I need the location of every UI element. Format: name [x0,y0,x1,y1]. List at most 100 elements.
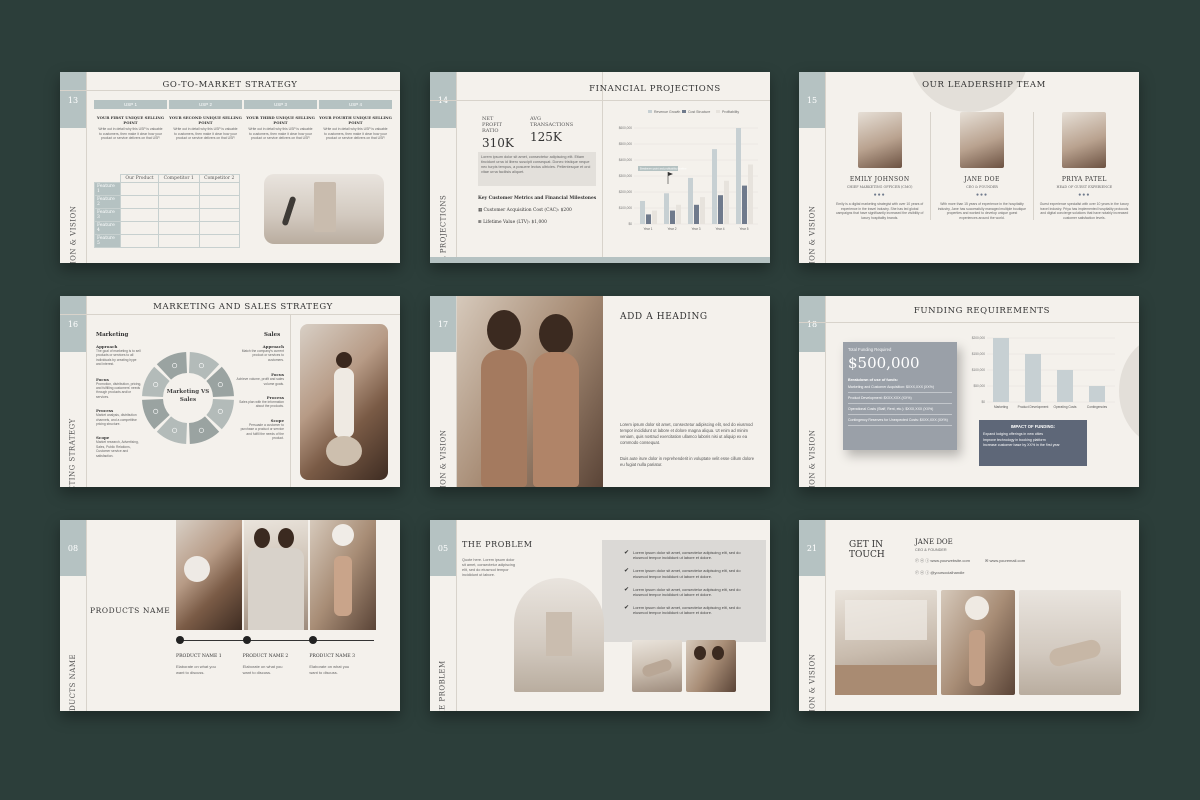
slide-go-to-market[interactable]: 13 MISION & VISION GO-TO-MARKET STRATEGY… [60,72,400,263]
strategy-desc: Persuade a customer to purchase a produc… [240,422,284,441]
table-row: Feature 4 [94,221,240,235]
table-cell [158,195,200,209]
mail-icon: ✉ [985,558,989,563]
slide-add-heading[interactable]: 17 MISION & VISION ADD A HEADING Lorem i… [430,296,770,487]
table-cell [119,234,160,248]
models-small-photo [686,640,736,692]
check-item: ✔ Lorem ipsum dolor sit amet, consectetur… [624,550,754,560]
metric-avg-transactions: Avg Transactions 125K [530,116,574,144]
slide-funding-requirements[interactable]: 18 MISION & VISION FUNDING REQUIREMENTS … [799,296,1139,487]
usp-desc: Write out in detail why this USP is valu… [173,127,238,141]
slide-marketing-sales[interactable]: 16 MARKETING STRATEGY MARKETING AND SALE… [60,296,400,487]
legend-swatch [716,110,720,113]
table-cell [158,182,200,196]
side-label: MISION & VISION [808,205,817,263]
strategy-desc: Sales plan with the information about th… [239,400,284,409]
side-label: MISION & VISION [808,653,817,711]
side-label: FINANCIAL PROJECTIONS [439,194,447,263]
funding-line: Marketing and Customer Acquisition: $XXX… [848,382,952,393]
cac-row: ▦ Customer Acquisition Cost (CAC): $200 [478,208,572,213]
legend-label: Revenue Growth [654,110,680,114]
table-cell [198,221,240,235]
impact-item: Increase customer base by XX% in the fir… [983,443,1060,447]
side-label: PRODUCTS NAME [69,653,78,711]
product-list: Product Name 1 Elaborate on what you want… [176,636,376,675]
check-text: Lorem ipsum dolor sit amet, consectetur … [633,550,741,561]
table-col-header: Competitor 1 [158,174,200,183]
slide-get-in-touch[interactable]: 21 MISION & VISION GET IN TOUCH JANE DOE … [799,520,1139,711]
social-icons-2[interactable]: ⓕ ⓞ ⓘ [915,570,930,575]
flag-icon [668,172,673,176]
product-desc: Elaborate on what you want to discuss. [309,664,350,675]
chart-bar [1025,354,1041,402]
y-tick-label: $50,000 [973,384,985,388]
timeline-dot [176,636,184,644]
social-icons[interactable]: ⓕ ⓞ ⓘ [915,558,930,563]
team-grid: EMILY JOHNSON Chief Marketing Officer (CM… [829,112,1135,221]
y-tick-label: $100,000 [619,206,633,210]
team-member: JANE DOE CEO & Founder ●●● With more than 1… [931,112,1034,221]
chart-bar [712,149,717,224]
strategy-item: Process Market analysis, distribution cha… [96,408,142,426]
strategy-desc: Achieve volume, profit and sales volume … [236,377,284,386]
side-label: MISION & VISION [69,205,78,263]
check-text: Lorem ipsum dolor sit amet, consectetur … [633,568,741,579]
table-cell [198,195,240,209]
marker-label: Breakeven point and profitability timeli… [640,166,687,170]
slide-the-problem[interactable]: 05 THE PROBLEM THE PROBLEM Quote here. L… [430,520,770,711]
funding-card: Total Funding Required $500,000 Breakdow… [843,342,957,450]
website-row[interactable]: ⓕ ⓞ ⓘ www.yourwebsite.com [915,558,970,564]
usp-header: USP 2 [169,100,242,109]
y-tick-label: $300,000 [619,174,633,178]
ltv-row: ⊞ Lifetime Value (LTV): $1,000 [478,220,547,225]
table-cell [198,208,240,222]
table-col-header: Our Product [119,174,160,183]
email-row[interactable]: ✉ www.youremail.com [985,558,1025,563]
check-item: ✔ Lorem ipsum dolor sit amet, consectetur… [624,568,754,578]
summary-box: Lorem ipsum dolor sit amet, consectetur … [478,152,596,186]
social-icons[interactable]: ●●● [835,192,924,198]
slide-leadership-team[interactable]: 15 MISION & VISION OUR LEADERSHIP TEAM E… [799,72,1139,263]
feature-label: Feature 1 [94,182,121,196]
product-desc: Elaborate on what you want to discuss. [176,664,216,675]
product-photo-1 [176,520,242,630]
team-member: PRIYA PATEL Head of Guest Experience ●●● Gu… [1034,112,1135,220]
social-icons[interactable]: ●●● [937,192,1026,198]
y-tick-label: $500,000 [619,142,633,146]
decor-circle [1119,336,1139,446]
chart-bar [688,177,693,224]
chart-bar [718,195,723,224]
sales-head: Sales [264,332,281,338]
metric-net-profit: Net Profit Ratio 310K [482,116,514,150]
y-tick-label: $100,000 [972,368,986,372]
slide-products[interactable]: 08 PRODUCTS NAME PRODUCTS NAME Product N… [60,520,400,711]
y-tick-label: $400,000 [619,158,633,162]
model-photo [300,324,388,480]
body-text-1: Lorem ipsum dolor sit amet, consectetur … [620,422,753,445]
sales-column: Approach Match the company's current prod… [236,344,284,449]
member-name: EMILY JOHNSON [849,176,910,183]
social-row[interactable]: ⓕ ⓞ ⓘ @yoursocialhandle [915,570,964,576]
table-cell [119,195,160,209]
member-role: CEO & Founder [966,185,998,189]
y-tick-label: $150,000 [972,352,986,356]
chart-bar [646,214,651,224]
social-icons[interactable]: ●●● [1040,192,1129,198]
team-member: EMILY JOHNSON Chief Marketing Officer (CM… [829,112,932,221]
models-photo [457,296,603,487]
checkmark-icon: ✔ [624,550,630,556]
ball-photo [941,590,1015,695]
slide-financial-projections[interactable]: 14 FINANCIAL PROJECTIONS FINANCIAL PROJE… [430,72,770,263]
slide-number: 08 [60,520,86,576]
check-text: Lorem ipsum dolor sit amet, consectetur … [633,605,741,616]
product-photo-3 [310,520,376,630]
check-text: Lorem ipsum dolor sit amet, consectetur … [633,586,741,598]
funding-line: Product Development: $XXX,XXX (XX%) [848,393,952,404]
x-tick-label: Year 1 [643,227,652,231]
feature-label: Feature 2 [94,195,121,209]
legend-swatch [682,110,686,113]
studio-photo [835,590,937,695]
slide-title: OUR LEADERSHIP TEAM [922,80,1046,90]
side-label: THE PROBLEM [439,660,447,711]
legend-label: Profitability [722,110,739,114]
